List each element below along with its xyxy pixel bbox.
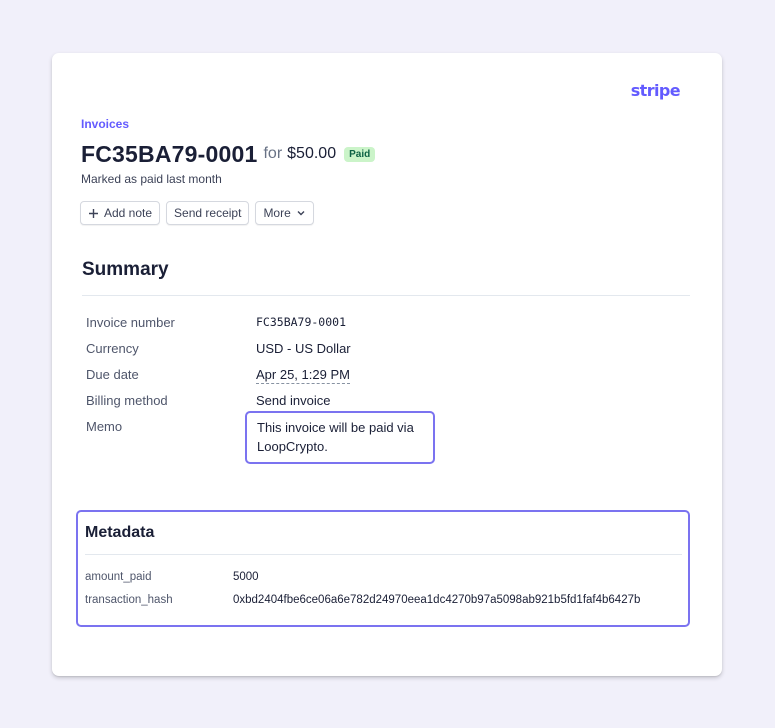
metadata-key: amount_paid bbox=[85, 571, 152, 583]
summary-label: Billing method bbox=[86, 393, 168, 408]
breadcrumb-invoices[interactable]: Invoices bbox=[81, 117, 129, 131]
add-note-button[interactable]: Add note bbox=[80, 201, 161, 225]
metadata-value: 0xbd2404fbe6ce06a6e782d24970eea1dc4270b9… bbox=[233, 594, 641, 606]
invoice-number-title: FC35BA79-0001 bbox=[81, 140, 258, 167]
metadata-section: Metadata amount_paid 5000 transaction_ha… bbox=[76, 510, 690, 627]
billing-method-value: Send invoice bbox=[256, 393, 331, 408]
invoice-title-row: FC35BA79-0001 for $50.00 Paid bbox=[81, 139, 376, 169]
payment-status-subtitle: Marked as paid last month bbox=[81, 172, 222, 186]
summary-label: Currency bbox=[86, 341, 139, 356]
metadata-key: transaction_hash bbox=[85, 594, 173, 606]
metadata-value: 5000 bbox=[233, 571, 259, 583]
summary-label: Due date bbox=[86, 367, 139, 382]
summary-label: Invoice number bbox=[86, 315, 175, 330]
status-badge: Paid bbox=[344, 146, 376, 162]
more-label: More bbox=[263, 206, 291, 220]
stripe-logo: stripe bbox=[630, 81, 681, 100]
send-receipt-button[interactable]: Send receipt bbox=[166, 201, 250, 225]
metadata-divider bbox=[85, 554, 682, 555]
summary-label: Memo bbox=[86, 419, 123, 434]
invoice-amount: $50.00 bbox=[287, 145, 337, 162]
memo-value-box: This invoice will be paid via LoopCrypto… bbox=[245, 411, 435, 464]
invoice-card: stripe Invoices FC35BA79-0001 for $50.00… bbox=[52, 53, 722, 676]
metadata-heading: Metadata bbox=[85, 524, 155, 541]
currency-value: USD - US Dollar bbox=[256, 341, 351, 356]
due-date-value[interactable]: Apr 25, 1:29 PM bbox=[256, 367, 350, 384]
action-bar: Add note Send receipt More bbox=[80, 201, 314, 225]
plus-icon bbox=[89, 208, 98, 218]
summary-divider bbox=[82, 295, 690, 296]
for-label: for bbox=[263, 145, 283, 162]
invoice-number-value: FC35BA79-0001 bbox=[256, 315, 347, 329]
send-receipt-label: Send receipt bbox=[174, 206, 242, 220]
add-note-label: Add note bbox=[104, 206, 153, 220]
subtitle-time: last month bbox=[166, 172, 222, 186]
more-button[interactable]: More bbox=[255, 201, 314, 225]
summary-heading: Summary bbox=[82, 259, 169, 280]
subtitle-prefix: Marked as paid bbox=[81, 172, 164, 186]
chevron-down-icon bbox=[297, 211, 305, 216]
